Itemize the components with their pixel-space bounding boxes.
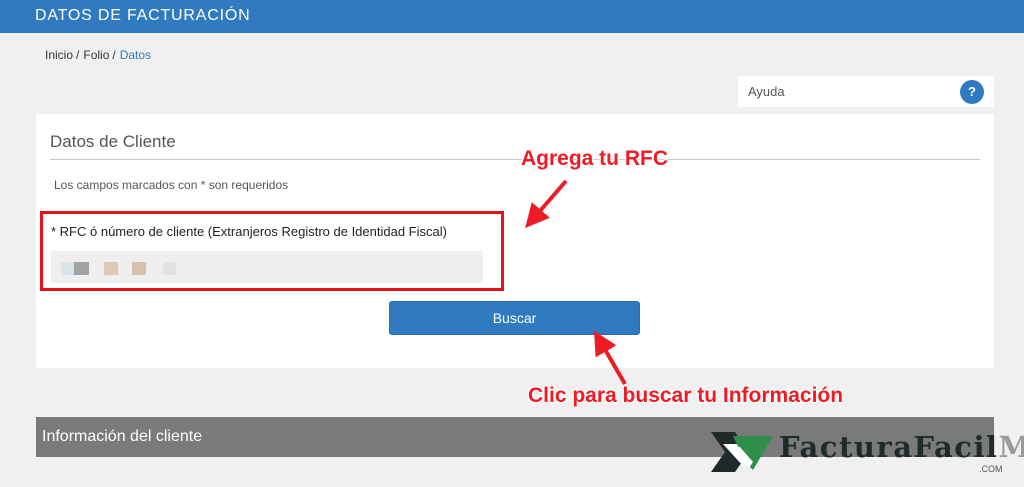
annotation-rfc-hint: Agrega tu RFC	[521, 147, 668, 170]
brand-text: FacturaFacilMX	[779, 430, 1024, 464]
brand-domain: .COM	[979, 464, 1003, 474]
facturafacil-logo-icon	[711, 432, 773, 472]
annotation-arrows	[525, 179, 627, 386]
arrow-to-rfc	[525, 179, 568, 229]
client-info-title: Información del cliente	[42, 428, 203, 445]
annotation-search-hint: Clic para buscar tu Información	[528, 384, 844, 407]
arrow-to-search	[593, 330, 627, 386]
brand-watermark: FacturaFacilMX .COM	[709, 420, 1024, 480]
